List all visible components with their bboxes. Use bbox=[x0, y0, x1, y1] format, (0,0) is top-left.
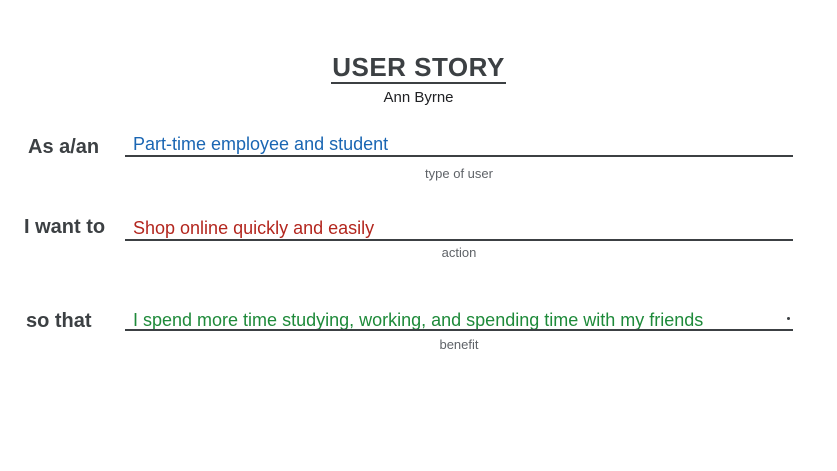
action-value: Shop online quickly and easily bbox=[133, 218, 375, 238]
action-label: I want to bbox=[24, 216, 106, 238]
user-type-caption: type of user bbox=[425, 166, 493, 181]
author-name: Ann Byrne bbox=[383, 89, 454, 106]
action-underline bbox=[125, 239, 793, 241]
user-type-label: As a/an bbox=[28, 136, 100, 158]
benefit-label: so that bbox=[26, 310, 92, 332]
page-title-wrapper: USER STORY bbox=[0, 52, 837, 84]
user-type-value: Part-time employee and student bbox=[133, 134, 389, 154]
benefit-value: I spend more time studying, working, and… bbox=[133, 310, 704, 330]
action-caption: action bbox=[441, 245, 477, 260]
user-type-underline bbox=[125, 155, 793, 157]
page-title: USER STORY bbox=[331, 52, 506, 84]
benefit-underline bbox=[125, 329, 793, 331]
stray-dot bbox=[787, 317, 790, 320]
benefit-caption: benefit bbox=[439, 337, 479, 352]
